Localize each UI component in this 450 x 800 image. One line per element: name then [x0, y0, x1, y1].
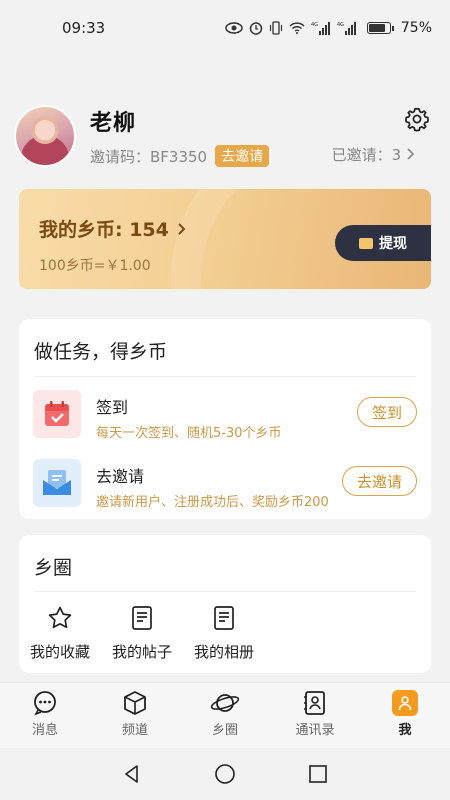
recents-icon[interactable]	[308, 764, 328, 784]
task-card: 做任务，得乡币 签到 每天一次签到、随机5-30个乡币 签到 去邀请 邀请新用户…	[19, 319, 431, 519]
circle-item-album[interactable]: 我的相册	[183, 605, 265, 662]
status-icons: 4G 4G 75%	[225, 20, 432, 36]
eye-icon	[225, 22, 243, 34]
vibrate-icon	[269, 21, 282, 35]
circle-item-label: 我的相册	[193, 643, 254, 661]
battery-percent: 75%	[400, 20, 432, 36]
username: 老柳	[90, 111, 137, 136]
battery-icon	[366, 22, 394, 34]
divider	[34, 591, 416, 592]
person-icon	[392, 690, 418, 716]
svg-text:4G: 4G	[311, 22, 318, 28]
document-icon	[214, 606, 234, 630]
coin-rate: 100乡币=￥1.00	[39, 258, 151, 274]
contacts-icon	[304, 691, 325, 715]
tab-label: 消息	[31, 723, 58, 738]
wallet-icon	[359, 237, 373, 249]
tab-me[interactable]: 我	[360, 683, 450, 748]
chevron-right-icon	[407, 148, 415, 160]
circle-item-label: 我的收藏	[29, 643, 90, 661]
task-name: 去邀请	[96, 467, 145, 486]
invite-code: 邀请码：BF3350	[90, 147, 208, 166]
calendar-icon	[33, 390, 81, 438]
divider	[34, 376, 416, 377]
status-time: 09:33	[62, 19, 106, 37]
task-desc: 邀请新用户、注册成功后、奖励乡币200	[96, 495, 329, 510]
bottom-tab-bar: 消息 频道 乡圈 通讯录 我	[0, 682, 450, 748]
avatar[interactable]	[14, 105, 76, 167]
alarm-icon	[249, 22, 263, 35]
circle-item-favorites[interactable]: 我的收藏	[19, 605, 101, 662]
circle-card-title: 乡圈	[34, 557, 73, 579]
tab-contacts[interactable]: 通讯录	[270, 683, 360, 748]
invited-count[interactable]: 已邀请：3	[331, 144, 415, 165]
gear-icon[interactable]	[404, 106, 430, 132]
invited-label: 已邀请：3	[331, 146, 402, 164]
task-row-checkin: 签到 每天一次签到、随机5-30个乡币 签到	[33, 390, 417, 446]
task-card-title: 做任务，得乡币	[34, 341, 168, 363]
svg-text:4G: 4G	[337, 22, 344, 28]
invite-button[interactable]: 去邀请	[215, 145, 270, 167]
withdraw-label: 提现	[379, 236, 407, 252]
task-name: 签到	[96, 398, 129, 417]
signal-icon: 4G	[337, 22, 356, 35]
status-bar: 09:33 4G 4G 75%	[0, 0, 450, 56]
mail-icon	[33, 459, 81, 507]
circle-card: 乡圈 我的收藏 我的帖子 我的相册	[19, 535, 431, 673]
checkin-button[interactable]: 签到	[356, 397, 417, 427]
tab-label: 通讯录	[295, 723, 335, 738]
wifi-icon	[289, 22, 305, 34]
tab-channels[interactable]: 频道	[90, 683, 180, 748]
coin-balance[interactable]: 我的乡币: 154	[39, 215, 186, 242]
tab-label: 乡圈	[211, 723, 238, 738]
back-icon[interactable]	[122, 764, 142, 784]
document-icon	[132, 606, 152, 630]
tab-messages[interactable]: 消息	[0, 683, 90, 748]
circle-items: 我的收藏 我的帖子 我的相册	[19, 605, 265, 662]
signal-icon: 4G	[311, 22, 330, 35]
chevron-right-icon	[177, 223, 185, 235]
circle-item-posts[interactable]: 我的帖子	[101, 605, 183, 662]
task-row-invite: 去邀请 邀请新用户、注册成功后、奖励乡币200 去邀请	[33, 459, 417, 515]
invite-task-button[interactable]: 去邀请	[341, 466, 417, 496]
home-icon[interactable]	[214, 763, 236, 785]
circle-item-label: 我的帖子	[111, 643, 172, 661]
cube-icon	[124, 691, 146, 715]
coin-balance-label: 我的乡币: 154	[39, 219, 169, 241]
task-desc: 每天一次签到、随机5-30个乡币	[96, 426, 282, 441]
star-icon	[48, 606, 72, 629]
profile-header: 老柳 邀请码：BF3350 去邀请 已邀请：3	[14, 104, 434, 168]
tab-label: 我	[398, 723, 412, 738]
coin-card: 我的乡币: 154 100乡币=￥1.00 提现	[19, 189, 431, 289]
planet-icon	[210, 694, 240, 712]
tab-circle[interactable]: 乡圈	[180, 683, 270, 748]
message-icon	[34, 691, 56, 716]
tab-label: 频道	[121, 723, 148, 738]
withdraw-button[interactable]: 提现	[335, 225, 431, 261]
system-nav-bar	[0, 748, 450, 800]
